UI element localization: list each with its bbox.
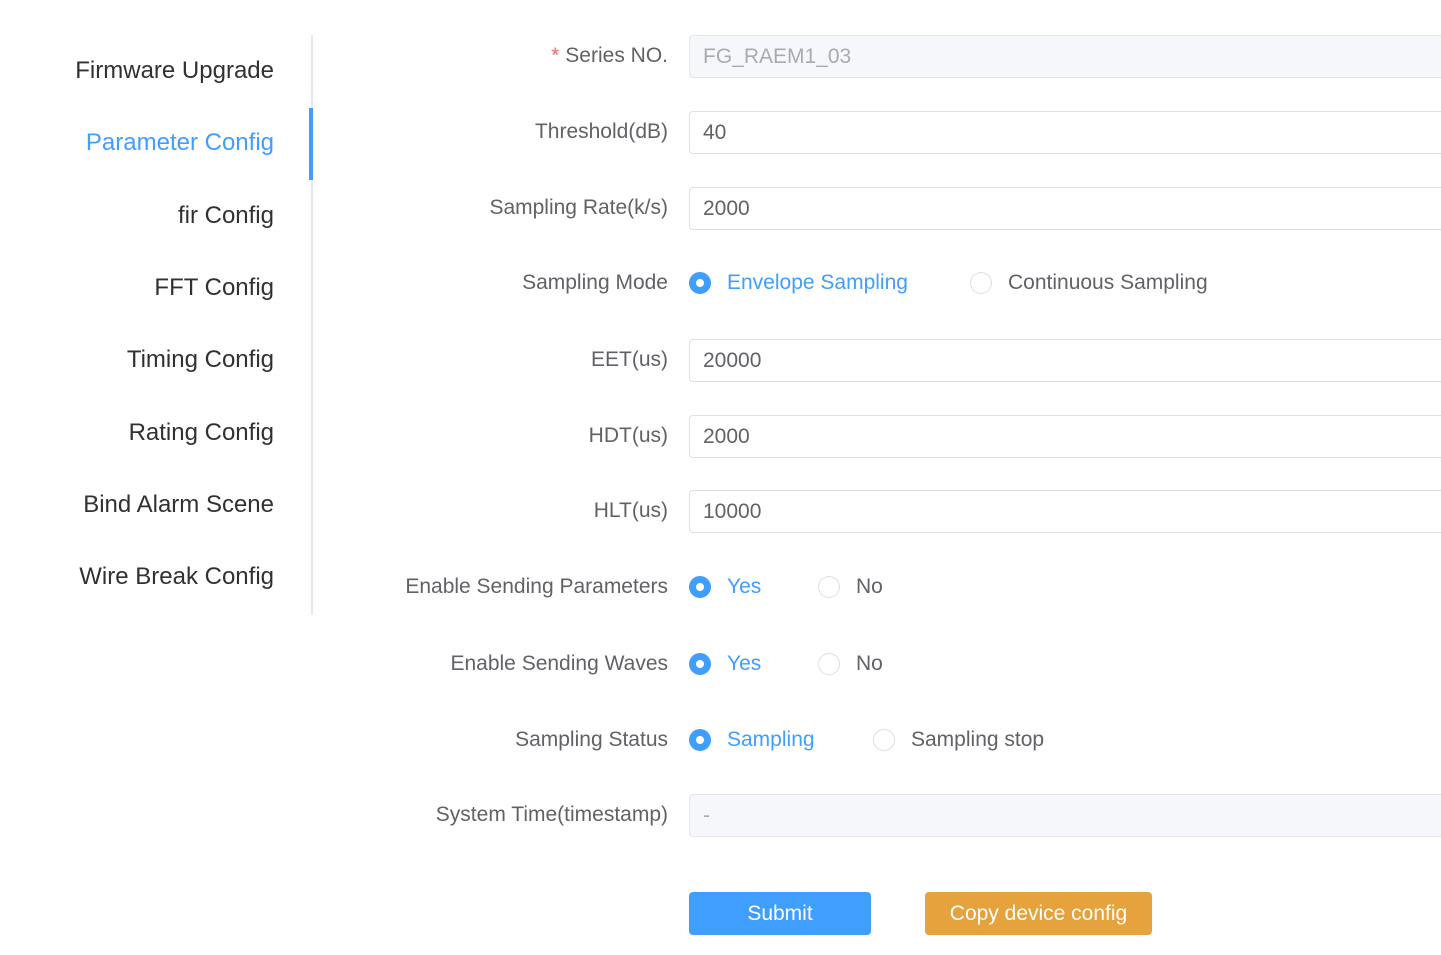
radio-send-waves-yes[interactable]: Yes: [689, 652, 761, 676]
tab-rating-config[interactable]: Rating Config: [129, 397, 274, 469]
radio-continuous-sampling[interactable]: Continuous Sampling: [970, 271, 1208, 295]
tab-bind-alarm-scene[interactable]: Bind Alarm Scene: [83, 469, 274, 541]
required-mark: *: [551, 44, 560, 67]
radio-send-waves-no[interactable]: No: [818, 652, 883, 676]
hdt-input[interactable]: [689, 415, 1441, 458]
tab-wire-break-config[interactable]: Wire Break Config: [79, 541, 274, 613]
radio-envelope-sampling[interactable]: Envelope Sampling: [689, 271, 908, 295]
radio-unchecked-icon: [818, 576, 840, 598]
enable-sending-waves-label: Enable Sending Waves: [450, 652, 668, 675]
tab-firmware-upgrade[interactable]: Firmware Upgrade: [75, 35, 274, 107]
radio-sampling-stop[interactable]: Sampling stop: [873, 728, 1044, 752]
enable-sending-parameters-label: Enable Sending Parameters: [405, 575, 668, 598]
radio-sampling[interactable]: Sampling: [689, 728, 815, 752]
radio-continuous-sampling-label: Continuous Sampling: [1008, 271, 1208, 294]
radio-send-params-yes[interactable]: Yes: [689, 575, 761, 599]
sampling-status-label: Sampling Status: [515, 728, 668, 751]
sampling-mode-label: Sampling Mode: [522, 271, 668, 294]
tab-timing-config[interactable]: Timing Config: [127, 324, 274, 396]
eet-label: EET(us): [590, 348, 668, 371]
radio-sampling-label: Sampling: [727, 728, 815, 751]
sampling-rate-label: Sampling Rate(k/s): [489, 196, 668, 219]
hlt-label: HLT(us): [593, 499, 668, 522]
system-time-label: System Time(timestamp): [435, 803, 668, 826]
series-no-label: * Series NO.: [551, 44, 668, 68]
device-config-page: Firmware Upgrade Parameter Config fir Co…: [0, 0, 1441, 955]
radio-unchecked-icon: [818, 653, 840, 675]
radio-send-waves-yes-label: Yes: [727, 652, 762, 675]
tab-fft-config[interactable]: FFT Config: [154, 252, 274, 324]
series-no-label-text: Series NO.: [565, 44, 668, 67]
radio-send-params-no-label: No: [856, 575, 883, 598]
hlt-input[interactable]: [689, 490, 1441, 533]
series-no-input[interactable]: [689, 35, 1441, 78]
tab-parameter-config[interactable]: Parameter Config: [86, 107, 274, 179]
sampling-rate-input[interactable]: [689, 187, 1441, 230]
radio-send-params-yes-label: Yes: [727, 575, 762, 598]
radio-checked-icon: [689, 729, 711, 751]
radio-send-waves-no-label: No: [856, 652, 883, 675]
radio-unchecked-icon: [970, 272, 992, 294]
radio-unchecked-icon: [873, 729, 895, 751]
threshold-label: Threshold(dB): [534, 120, 668, 143]
submit-button[interactable]: Submit: [689, 892, 871, 935]
radio-checked-icon: [689, 272, 711, 294]
radio-envelope-sampling-label: Envelope Sampling: [727, 271, 908, 294]
system-time-input[interactable]: [689, 794, 1441, 837]
radio-sampling-stop-label: Sampling stop: [911, 728, 1045, 751]
radio-send-params-no[interactable]: No: [818, 575, 883, 599]
eet-input[interactable]: [689, 339, 1441, 382]
config-sidebar: Firmware Upgrade Parameter Config fir Co…: [0, 35, 313, 615]
tab-fir-config[interactable]: fir Config: [178, 180, 274, 252]
active-tab-indicator: [309, 108, 313, 180]
hdt-label: HDT(us): [588, 424, 668, 447]
copy-device-config-button[interactable]: Copy device config: [925, 892, 1152, 935]
radio-checked-icon: [689, 576, 711, 598]
radio-checked-icon: [689, 653, 711, 675]
threshold-input[interactable]: [689, 111, 1441, 154]
